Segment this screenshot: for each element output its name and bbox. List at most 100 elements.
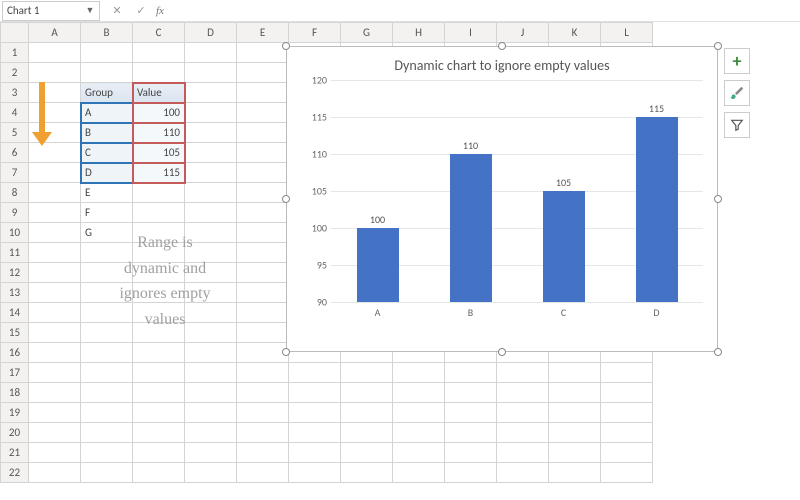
cancel-icon[interactable]: ✕ [108,2,126,20]
cell[interactable] [81,403,133,423]
cell[interactable]: 105 [133,143,185,163]
cell[interactable] [237,83,289,103]
cell[interactable] [185,83,237,103]
cell[interactable] [185,163,237,183]
resize-handle[interactable] [714,42,722,50]
cell[interactable] [185,383,237,403]
resize-handle[interactable] [498,348,506,356]
cell[interactable] [133,463,185,483]
col-header[interactable]: E [237,23,289,43]
select-all-corner[interactable] [1,23,29,43]
row-header[interactable]: 15 [1,323,29,343]
cell[interactable] [289,463,341,483]
row-header[interactable]: 12 [1,263,29,283]
cell[interactable] [81,363,133,383]
cell[interactable] [237,363,289,383]
cell[interactable] [289,443,341,463]
fx-label[interactable]: fx [156,5,164,17]
cell[interactable] [237,223,289,243]
cell[interactable] [29,443,81,463]
cell[interactable] [185,403,237,423]
row-header[interactable]: 22 [1,463,29,483]
row-header[interactable]: 21 [1,443,29,463]
col-header[interactable]: H [393,23,445,43]
cell[interactable] [601,403,653,423]
cell[interactable] [393,383,445,403]
cell[interactable] [133,183,185,203]
cell[interactable]: 115 [133,163,185,183]
cell[interactable] [445,363,497,383]
cell[interactable] [29,223,81,243]
cell[interactable] [237,423,289,443]
cell[interactable] [185,423,237,443]
resize-handle[interactable] [282,42,290,50]
chart-object[interactable]: Dynamic chart to ignore empty values 909… [286,46,718,352]
bar-group[interactable]: 105 [534,80,594,302]
bar[interactable] [636,117,678,302]
row-header[interactable]: 11 [1,243,29,263]
cell[interactable] [289,423,341,443]
cell[interactable] [341,383,393,403]
cell[interactable] [445,403,497,423]
cell[interactable] [29,243,81,263]
bar-group[interactable]: 115 [627,80,687,302]
cell[interactable] [237,103,289,123]
cell[interactable] [133,423,185,443]
col-header[interactable]: I [445,23,497,43]
row-header[interactable]: 1 [1,43,29,63]
check-icon[interactable]: ✓ [132,2,150,20]
cell[interactable] [81,463,133,483]
cell[interactable] [133,403,185,423]
cell[interactable] [393,423,445,443]
cell[interactable]: F [81,203,133,223]
cell[interactable] [29,183,81,203]
cell[interactable]: E [81,183,133,203]
cell[interactable] [29,63,81,83]
cell[interactable] [445,383,497,403]
cell[interactable] [81,343,133,363]
bar[interactable] [450,154,492,302]
cell[interactable] [133,443,185,463]
cell[interactable] [289,403,341,423]
cell[interactable] [29,283,81,303]
cell[interactable] [549,463,601,483]
cell[interactable] [185,123,237,143]
row-header[interactable]: 19 [1,403,29,423]
cell[interactable] [341,363,393,383]
cell[interactable] [81,43,133,63]
resize-handle[interactable] [714,195,722,203]
row-header[interactable]: 4 [1,103,29,123]
cell[interactable] [289,383,341,403]
cell[interactable] [185,43,237,63]
bar-group[interactable]: 110 [441,80,501,302]
cell[interactable] [237,343,289,363]
cell[interactable] [185,343,237,363]
name-box[interactable]: Chart 1 ▼ [2,1,100,21]
cell[interactable] [237,123,289,143]
cell[interactable] [237,63,289,83]
row-header[interactable]: 8 [1,183,29,203]
cell[interactable] [237,43,289,63]
bar[interactable] [543,191,585,302]
col-header[interactable]: G [341,23,393,43]
chart-elements-button[interactable]: + [724,48,750,74]
cell[interactable] [393,363,445,383]
cell[interactable] [445,423,497,443]
col-header[interactable]: F [289,23,341,43]
col-header[interactable]: C [133,23,185,43]
cell[interactable]: Value [133,83,185,103]
row-header[interactable]: 5 [1,123,29,143]
cell[interactable] [549,403,601,423]
cell[interactable] [133,363,185,383]
cell[interactable] [237,143,289,163]
resize-handle[interactable] [282,195,290,203]
row-header[interactable]: 20 [1,423,29,443]
row-header[interactable]: 7 [1,163,29,183]
cell[interactable]: 100 [133,103,185,123]
cell[interactable] [237,163,289,183]
cell[interactable] [237,183,289,203]
cell[interactable] [237,203,289,223]
row-header[interactable]: 18 [1,383,29,403]
row-header[interactable]: 10 [1,223,29,243]
cell[interactable] [237,283,289,303]
